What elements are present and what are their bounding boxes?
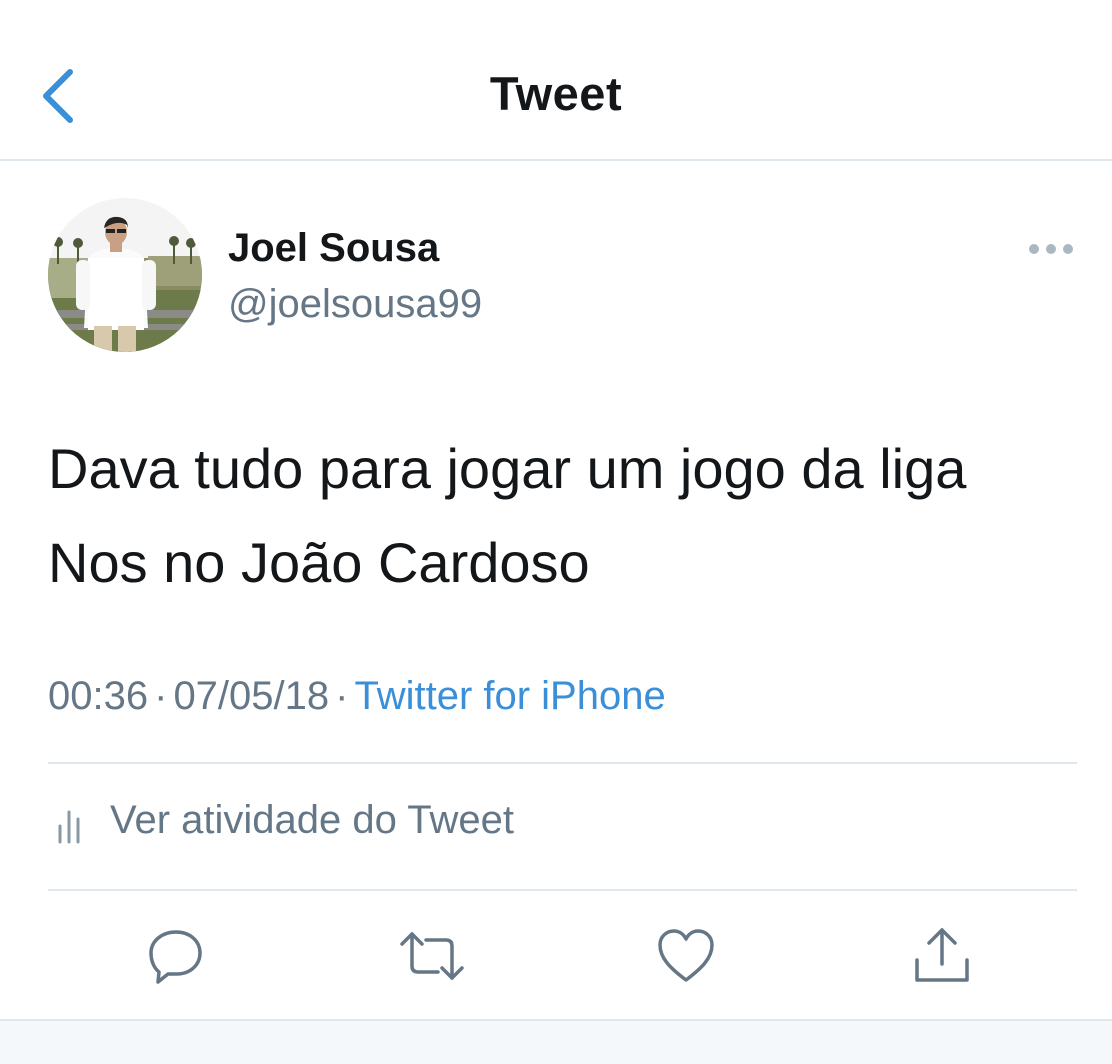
author-handle[interactable]: @joelsousa99 bbox=[228, 282, 482, 327]
navigation-bar: Tweet bbox=[0, 0, 1112, 161]
reply-icon bbox=[149, 930, 202, 984]
bottom-bar bbox=[0, 1019, 1112, 1064]
tweet-text-line: Dava tudo para jogar um jogo da liga bbox=[48, 437, 967, 500]
divider bbox=[48, 889, 1077, 891]
like-button[interactable] bbox=[656, 926, 716, 986]
meta-separator: · bbox=[335, 674, 349, 718]
more-dots-icon bbox=[1029, 244, 1073, 254]
more-options-button[interactable] bbox=[1024, 232, 1078, 266]
retweet-button[interactable] bbox=[400, 926, 464, 986]
tweet-time: 00:36 bbox=[48, 674, 149, 718]
share-icon bbox=[915, 928, 969, 982]
tweet-metadata: 00:36 · 07/05/18 · Twitter for iPhone bbox=[48, 674, 666, 719]
view-tweet-activity[interactable]: Ver atividade do Tweet bbox=[48, 790, 748, 860]
author-display-name[interactable]: Joel Sousa bbox=[228, 226, 439, 271]
tweet-date: 07/05/18 bbox=[173, 674, 330, 718]
like-icon bbox=[658, 929, 714, 982]
profile-photo bbox=[48, 198, 202, 352]
analytics-icon bbox=[58, 810, 80, 844]
avatar[interactable] bbox=[48, 198, 202, 352]
share-button[interactable] bbox=[912, 926, 972, 986]
tweet-source-link[interactable]: Twitter for iPhone bbox=[354, 674, 665, 718]
divider bbox=[48, 762, 1077, 764]
activity-label: Ver atividade do Tweet bbox=[110, 798, 514, 842]
retweet-icon bbox=[400, 932, 464, 980]
page-title: Tweet bbox=[489, 67, 623, 120]
tweet-text: Dava tudo para jogar um jogo da liga Nos… bbox=[48, 422, 1088, 610]
tweet-text-line: Nos no João Cardoso bbox=[48, 531, 590, 594]
meta-separator: · bbox=[154, 674, 168, 718]
reply-button[interactable] bbox=[146, 926, 206, 986]
